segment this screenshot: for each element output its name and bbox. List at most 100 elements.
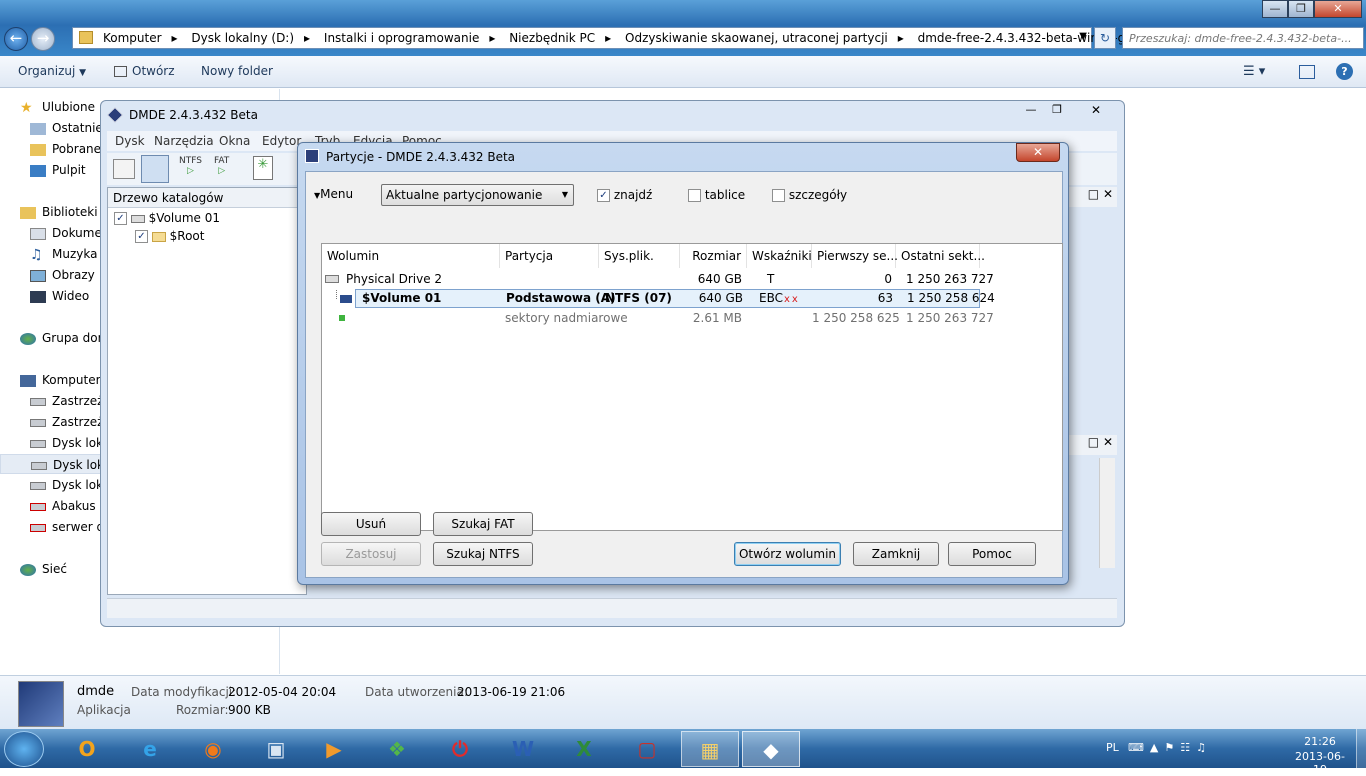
checkbox[interactable]: ✓	[135, 230, 148, 243]
new-folder-button[interactable]: Nowy folder	[201, 64, 273, 78]
table-row[interactable]: Physical Drive 2 640 GB T 0 1 250 263 72…	[322, 270, 1062, 289]
nav-item-network-drive[interactable]: Abakus (\	[30, 496, 108, 516]
table-row[interactable]: sektory nadmiarowe 2.61 MB 1 250 258 625…	[322, 309, 1062, 328]
menu-windows[interactable]: Okna	[219, 134, 250, 148]
checkbox[interactable]	[772, 189, 785, 202]
tree-node[interactable]: ✓ $Volume 01	[114, 211, 220, 225]
delete-button[interactable]: Usuń	[321, 512, 421, 536]
volume-icon[interactable]: ♫	[1196, 741, 1212, 754]
column-header[interactable]: Rozmiar	[680, 244, 747, 268]
find-fat-button[interactable]: Szukaj FAT	[433, 512, 533, 536]
nav-item-downloads[interactable]: Pobrane	[30, 139, 101, 159]
maximize-button[interactable]: ❐	[1288, 0, 1314, 18]
help-button[interactable]: Pomoc	[948, 542, 1036, 566]
chevron-up-icon[interactable]: ▲	[1150, 741, 1164, 754]
keyboard-icon[interactable]: ⌨	[1128, 741, 1150, 754]
breadcrumb[interactable]: Komputer ▸ Dysk lokalny (D:) ▸ Instalki i …	[103, 31, 1162, 45]
network-icon[interactable]: ☷	[1180, 741, 1196, 754]
media-player-icon[interactable]: ▶	[305, 731, 363, 767]
nav-item-pictures[interactable]: Obrazy	[30, 265, 95, 285]
breadcrumb-item[interactable]: Instalki i oprogramowanie	[324, 31, 479, 45]
close-panel-icon[interactable]: ✕	[1103, 435, 1113, 449]
menu-tools[interactable]: Narzędzia	[154, 134, 214, 148]
address-bar[interactable]: Komputer ▸ Dysk lokalny (D:) ▸ Instalki i …	[72, 27, 1152, 49]
tray-icons[interactable]: ⌨▲⚑☷♫	[1128, 741, 1212, 754]
menu-button[interactable]: ▼Menu	[314, 187, 353, 201]
close-dialog-button[interactable]: Zamknij	[853, 542, 939, 566]
column-header[interactable]: Sys.plik.	[599, 244, 680, 268]
language-indicator[interactable]: PL	[1106, 741, 1119, 754]
nav-computer[interactable]: Komputer	[20, 370, 101, 390]
internet-explorer-icon[interactable]: e	[121, 731, 179, 767]
column-header[interactable]: Partycja	[500, 244, 599, 268]
nav-libraries[interactable]: Biblioteki	[20, 202, 98, 222]
breadcrumb-item[interactable]: Odzyskiwanie skaowanej, utraconej partyc…	[625, 31, 888, 45]
find-ntfs-button[interactable]: Szukaj NTFS	[433, 542, 533, 566]
close-panel-icon[interactable]: ✕	[1103, 187, 1113, 201]
nav-item-videos[interactable]: Wideo	[30, 286, 89, 306]
tree-node[interactable]: ✓ $Root	[135, 229, 204, 243]
close-button[interactable]: ✕	[1081, 103, 1111, 119]
network-connection-icon[interactable]: ▣	[247, 731, 305, 767]
forward-button[interactable]: →	[31, 27, 55, 51]
drive-icon[interactable]	[113, 159, 135, 179]
menu-disk[interactable]: Dysk	[115, 134, 145, 148]
chevron-down-icon[interactable]: ▼	[1079, 31, 1087, 42]
maximize-button[interactable]: ❐	[1045, 103, 1069, 119]
refresh-button[interactable]: ↻	[1094, 27, 1116, 49]
back-button[interactable]: ←	[4, 27, 28, 51]
minimize-button[interactable]: —	[1019, 103, 1043, 119]
view-options-icon[interactable]: ☰ ▾	[1243, 64, 1265, 79]
checkbox[interactable]	[688, 189, 701, 202]
explorer-taskbar-button[interactable]: ▦	[681, 731, 739, 767]
nav-network[interactable]: Sieć	[20, 559, 67, 579]
apply-button[interactable]: Zastosuj	[321, 542, 421, 566]
dialog-close-button[interactable]: ✕	[1016, 143, 1060, 162]
outlook-icon[interactable]: O	[58, 731, 116, 767]
word-icon[interactable]: W	[494, 731, 552, 767]
excel-icon[interactable]: X	[555, 731, 613, 767]
breadcrumb-item[interactable]: Dysk lokalny (D:)	[191, 31, 294, 45]
details-checkbox[interactable]: szczegóły	[772, 188, 847, 202]
column-header[interactable]: Wolumin	[322, 244, 500, 268]
nav-item-drive[interactable]: Dysk loka	[30, 475, 110, 495]
maximize-panel-icon[interactable]: □	[1088, 187, 1099, 201]
nav-item-documents[interactable]: Dokumen	[30, 223, 109, 243]
partitions-icon[interactable]	[141, 155, 169, 183]
nav-item-drive[interactable]: Zastrzeżo	[30, 391, 111, 411]
nav-item-desktop[interactable]: Pulpit	[30, 160, 86, 180]
open-volume-button[interactable]: Otwórz wolumin	[734, 542, 841, 566]
firefox-icon[interactable]: ◉	[184, 731, 242, 767]
maximize-panel-icon[interactable]: □	[1088, 435, 1099, 449]
graphics-app-icon[interactable]: ▢	[618, 731, 676, 767]
column-header[interactable]: Pierwszy se...	[812, 244, 898, 268]
breadcrumb-item[interactable]: Niezbędnik PC	[509, 31, 595, 45]
column-header[interactable]: Ostatni sekt...	[896, 244, 985, 268]
close-button[interactable]: ✕	[1314, 0, 1362, 18]
open-button[interactable]: Otwórz	[114, 64, 175, 78]
new-file-icon[interactable]: ✳	[253, 156, 273, 180]
dmde-taskbar-button[interactable]: ◆	[742, 731, 800, 767]
show-desktop-button[interactable]	[1356, 729, 1366, 768]
organize-button[interactable]: Organizuj ▼	[18, 64, 86, 78]
fat-search-icon[interactable]: FAT ▷	[214, 156, 229, 176]
menu-editor[interactable]: Edytor	[262, 134, 301, 148]
nav-homegroup[interactable]: Grupa dom	[20, 328, 109, 348]
minimize-button[interactable]: —	[1262, 0, 1288, 18]
windows-update-icon[interactable]: ❖	[368, 731, 426, 767]
nav-item-recent[interactable]: Ostatnie	[30, 118, 103, 138]
clock[interactable]: 21:26 2013-06-19	[1290, 735, 1350, 776]
flag-icon[interactable]: ⚑	[1164, 741, 1180, 754]
tables-checkbox[interactable]: tablice	[688, 188, 745, 202]
nav-item-drive[interactable]: Dysk loka	[30, 433, 110, 453]
help-icon[interactable]: ?	[1336, 63, 1353, 80]
nav-item-music[interactable]: ♫ Muzyka	[30, 244, 97, 264]
checkbox[interactable]: ✓	[114, 212, 127, 225]
ntfs-search-icon[interactable]: NTFS ▷	[179, 156, 202, 176]
table-row-selected[interactable]: $Volume 01 Podstawowa (A) NTFS (07) 640 …	[355, 289, 995, 308]
power-icon[interactable]: ⏻	[431, 731, 489, 767]
nav-item-drive[interactable]: Zastrzeżo	[30, 412, 111, 432]
preview-pane-icon[interactable]	[1299, 65, 1315, 79]
start-button[interactable]	[4, 731, 44, 767]
partition-view-select[interactable]: Aktualne partycjonowanie ▼	[381, 184, 574, 206]
